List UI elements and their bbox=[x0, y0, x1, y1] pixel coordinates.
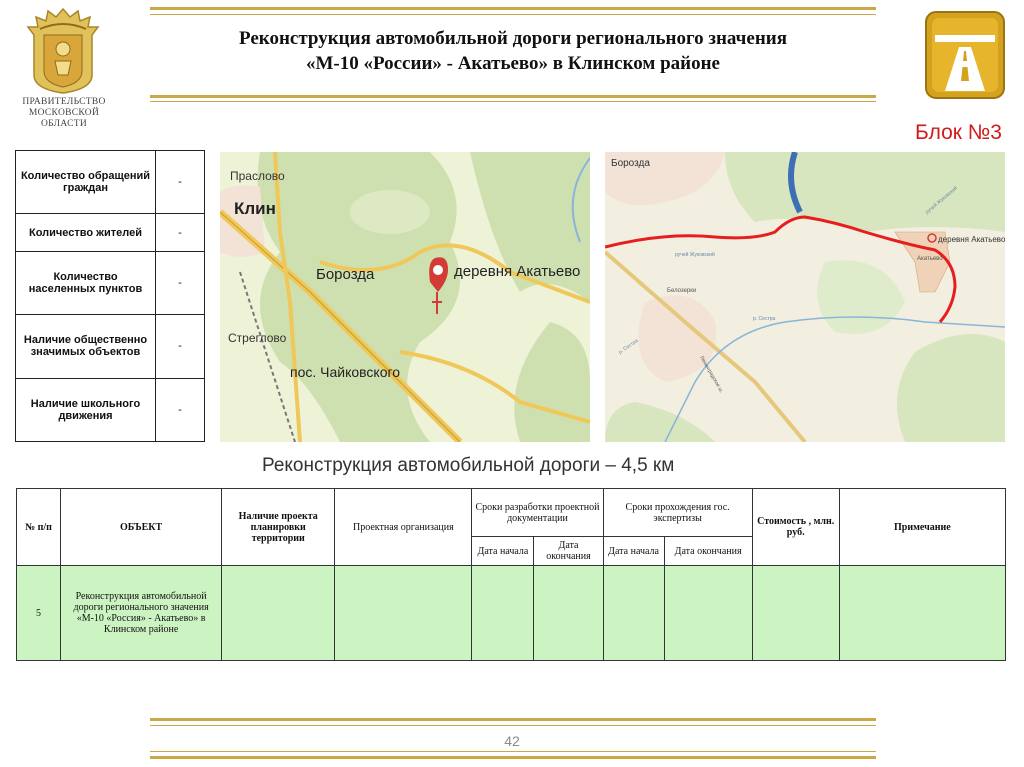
col-end-dev: Дата окончания bbox=[533, 536, 604, 566]
title-line-2: «М-10 «России» - Акатьево» в Клинском ра… bbox=[305, 53, 720, 74]
info-label: Количество населенных пунктов bbox=[15, 250, 156, 316]
col-end-exp: Дата окончания bbox=[663, 536, 753, 566]
cell-start-exp bbox=[602, 565, 665, 661]
map2-label-belozerki: Белозерки bbox=[667, 288, 696, 294]
footer-rule-thick bbox=[150, 718, 876, 721]
col-start-exp: Дата начала bbox=[602, 536, 665, 566]
map2-label-river: р. Сестра bbox=[753, 316, 776, 322]
bottom-rule-thick bbox=[150, 756, 876, 759]
section-subtitle: Реконструкция автомобильной дороги – 4,5… bbox=[262, 455, 675, 476]
title-line-1: Реконструкция автомобильной дороги регио… bbox=[238, 28, 787, 49]
info-value: - bbox=[155, 377, 205, 442]
coat-of-arms-icon bbox=[26, 7, 100, 94]
cell-start-dev bbox=[471, 565, 535, 661]
map-label-chaikovsky: пос. Чайковского bbox=[290, 364, 400, 380]
block-label: Блок №3 bbox=[915, 121, 1002, 144]
col-num: № п/п bbox=[15, 488, 62, 566]
info-label: Наличие школьного движения bbox=[15, 377, 156, 442]
map2-label-stream1: ручей Жуковский bbox=[675, 251, 715, 258]
info-value: - bbox=[155, 149, 205, 215]
route-map: Борозда деревня Акатьево Акатьево Белозе… bbox=[605, 152, 1005, 442]
table-row: 5 Реконструкция автомобильной дороги рег… bbox=[15, 565, 1007, 661]
cell-cost bbox=[751, 565, 840, 661]
col-plan: Наличие проекта планировки территории bbox=[221, 488, 336, 566]
road-logo-icon bbox=[925, 11, 1005, 99]
map2-label-village2: Акатьево bbox=[917, 256, 943, 262]
top-rule-thick bbox=[150, 7, 876, 10]
info-row: Количество жителей - bbox=[15, 213, 205, 252]
table-header-row: № п/п ОБЪЕКТ Наличие проекта планировки … bbox=[15, 488, 1007, 566]
cell-note bbox=[838, 565, 1007, 661]
info-value: - bbox=[155, 314, 205, 379]
col-cost: Стоимость , млн. руб. bbox=[751, 488, 840, 566]
col-exp-terms: Сроки прохождения гос. экспертизы bbox=[602, 488, 753, 537]
col-start-dev: Дата начала bbox=[471, 536, 535, 566]
map-label-streglovo: Стреглово bbox=[228, 331, 287, 345]
map-label-borozda: Борозда bbox=[316, 266, 375, 283]
footer-rule-thin bbox=[150, 725, 876, 726]
info-label: Количество обращений граждан bbox=[15, 149, 156, 215]
map-label-klin: Клин bbox=[234, 199, 276, 218]
col-object: ОБЪЕКТ bbox=[60, 488, 223, 566]
info-value: - bbox=[155, 213, 205, 252]
info-row: Наличие школьного движения - bbox=[15, 377, 205, 442]
header-rule-thin bbox=[150, 101, 876, 102]
col-dev-terms: Сроки разработки проектной документации bbox=[471, 488, 604, 537]
col-org: Проектная организация bbox=[334, 488, 473, 566]
cell-object: Реконструкция автомобильной дороги регио… bbox=[60, 565, 223, 661]
cell-org bbox=[334, 565, 473, 661]
top-rule-thin bbox=[150, 14, 876, 15]
info-row: Количество населенных пунктов - bbox=[15, 250, 205, 316]
overview-map: Праслово Клин Борозда деревня Акатьево С… bbox=[220, 152, 590, 442]
info-row: Наличие общественно значимых объектов - bbox=[15, 314, 205, 379]
page-title: Реконструкция автомобильной дороги регио… bbox=[150, 26, 876, 76]
col-note: Примечание bbox=[838, 488, 1007, 566]
map2-label-village: деревня Акатьево bbox=[938, 235, 1005, 244]
cell-end-exp bbox=[663, 565, 753, 661]
cell-end-dev bbox=[533, 565, 604, 661]
projects-table: № п/п ОБЪЕКТ Наличие проекта планировки … bbox=[15, 488, 1007, 661]
map2-label-borozda: Борозда bbox=[611, 158, 650, 169]
bottom-rule-thin bbox=[150, 751, 876, 752]
info-table: Количество обращений граждан - Количеств… bbox=[15, 149, 205, 442]
organization-name: ПРАВИТЕЛЬСТВО МОСКОВСКОЙ ОБЛАСТИ bbox=[22, 97, 106, 129]
map-label-village: деревня Акатьево bbox=[454, 263, 580, 280]
cell-num: 5 bbox=[15, 565, 62, 661]
info-row: Количество обращений граждан - bbox=[15, 149, 205, 215]
map-label-praslovo: Праслово bbox=[230, 169, 285, 183]
page-number: 42 bbox=[504, 733, 520, 749]
cell-plan bbox=[221, 565, 336, 661]
header-rule-thick bbox=[150, 95, 876, 98]
info-label: Количество жителей bbox=[15, 213, 156, 252]
info-label: Наличие общественно значимых объектов bbox=[15, 314, 156, 379]
info-value: - bbox=[155, 250, 205, 316]
